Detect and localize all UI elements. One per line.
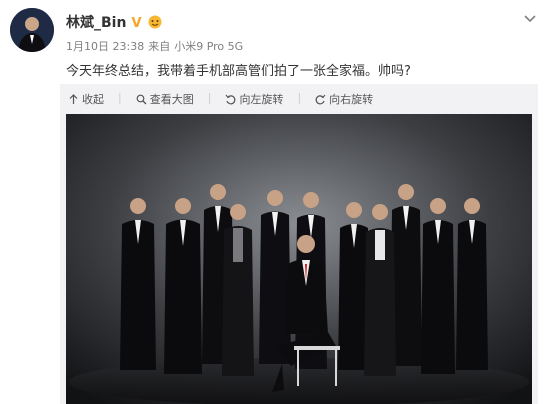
person <box>222 204 254 376</box>
rotate-left-label: 向左旋转 <box>239 93 284 106</box>
rotate-right-button[interactable]: 向右旋转 <box>315 91 373 107</box>
rotate-left-button[interactable]: 向左旋转 <box>225 91 283 107</box>
person <box>259 190 291 364</box>
vip-emoji-icon <box>148 15 161 29</box>
chevron-down-icon[interactable] <box>522 10 538 26</box>
rotate-left-icon <box>226 94 236 104</box>
person <box>164 198 202 374</box>
toolbar-divider: | <box>297 91 302 104</box>
view-large-button[interactable]: 查看大图 <box>136 91 194 107</box>
collapse-label: 收起 <box>82 93 104 106</box>
post-date[interactable]: 1月10日 23:38 <box>66 40 144 53</box>
magnifier-icon <box>136 94 147 104</box>
rotate-right-label: 向右旋转 <box>329 93 374 106</box>
view-large-label: 查看大图 <box>149 93 194 106</box>
person <box>421 198 455 374</box>
verified-badge: V <box>131 16 142 31</box>
rotate-right-icon <box>315 94 326 104</box>
avatar[interactable] <box>10 8 54 52</box>
author-row: 林斌_Bin V <box>66 12 164 32</box>
post-meta: 1月10日 23:38 来自 小米9 Pro 5G <box>66 38 247 54</box>
toolbar-divider: | <box>118 91 122 104</box>
source-device[interactable]: 小米9 Pro 5G <box>174 40 243 53</box>
source-prefix: 来自 <box>148 40 171 53</box>
post-text: 今天年终总结，我带着手机部高管们拍了一张全家福。帅吗? <box>66 64 411 79</box>
group-photo[interactable] <box>66 114 532 404</box>
author-name[interactable]: 林斌_Bin <box>66 15 126 31</box>
weibo-post-card: 林斌_Bin V 1月10日 23:38 来自 小米9 Pro 5G 今天年终总结，我… <box>0 0 548 404</box>
media-toolbar: 收起 | 查看大图 | 向左旋转 | 向右旋转 <box>68 91 373 107</box>
collapse-icon <box>69 93 78 104</box>
person <box>120 198 156 370</box>
collapse-button[interactable]: 收起 <box>68 91 104 107</box>
person <box>456 198 488 370</box>
toolbar-divider: | <box>207 91 212 104</box>
